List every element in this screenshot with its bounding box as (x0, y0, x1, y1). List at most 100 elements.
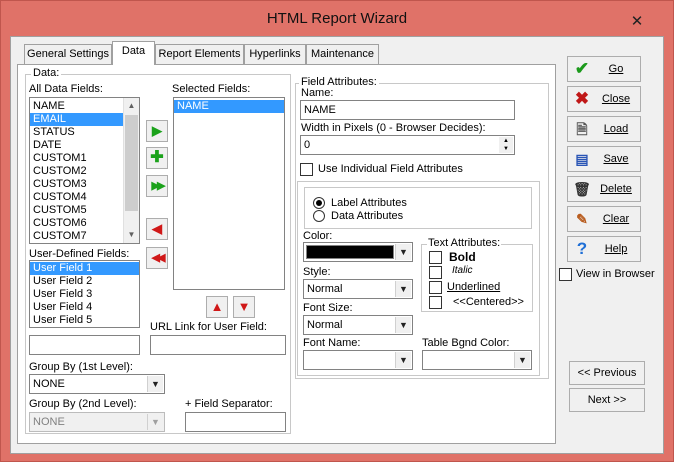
new-user-field-input[interactable] (29, 335, 140, 355)
data-group-label: Data: (31, 67, 62, 79)
list-item[interactable]: User Field 3 (30, 288, 139, 301)
width-spinner[interactable]: ▲ ▼ (499, 137, 513, 153)
selected-fields-label: Selected Fields: (172, 83, 251, 95)
close-window-icon[interactable]: ✕ (627, 14, 647, 30)
chevron-down-icon[interactable]: ▼ (147, 376, 163, 392)
list-item[interactable]: User Field 1 (30, 262, 139, 275)
tab-report-elements[interactable]: Report Elements (155, 44, 244, 65)
underlined-checkbox[interactable] (429, 281, 442, 294)
move-down-icon[interactable]: ▼ (233, 296, 255, 318)
chevron-down-icon[interactable]: ▼ (514, 352, 530, 368)
font-name-label: Font Name: (303, 337, 361, 349)
save-icon: ▤ (575, 151, 589, 167)
document-icon: 🗎 (576, 121, 588, 137)
scroll-down-icon[interactable]: ▼ (124, 227, 139, 243)
add-all-fields-icon[interactable]: ▶▶ (146, 175, 168, 197)
user-defined-fields-label: User-Defined Fields: (29, 248, 130, 260)
data-attributes-label: Data Attributes (331, 210, 404, 222)
chevron-down-icon[interactable]: ▼ (395, 317, 411, 333)
add-field-icon[interactable]: ▶ (146, 120, 168, 142)
clear-button-label: Clear (602, 213, 630, 225)
tab-general-settings[interactable]: General Settings (24, 44, 112, 65)
tab-maintenance[interactable]: Maintenance (306, 44, 379, 65)
load-button[interactable]: 🗎 Load (567, 116, 641, 142)
italic-checkbox[interactable] (429, 266, 442, 279)
field-separator-input[interactable] (185, 412, 286, 432)
list-item[interactable]: User Field 4 (30, 301, 139, 314)
font-size-value: Normal (307, 319, 343, 331)
scroll-thumb[interactable] (125, 115, 138, 211)
chevron-down-icon[interactable]: ▼ (395, 244, 411, 260)
x-icon: ✖ (574, 89, 590, 108)
table-bgnd-label: Table Bgnd Color: (422, 337, 510, 349)
all-fields-scrollbar[interactable]: ▲ ▼ (123, 98, 139, 243)
url-link-input[interactable] (150, 335, 286, 355)
save-button[interactable]: ▤ Save (567, 146, 641, 172)
window-title: HTML Report Wizard (266, 10, 408, 27)
font-name-select[interactable]: ▼ (303, 350, 413, 370)
group-by-1-select[interactable]: NONE ▼ (29, 374, 165, 394)
add-new-field-icon[interactable]: ✚ (146, 147, 168, 169)
view-in-browser-label: View in Browser (576, 268, 655, 280)
next-button[interactable]: Next >> (569, 388, 645, 412)
group-by-2-label: Group By (2nd Level): (29, 398, 137, 410)
color-swatch (306, 245, 394, 259)
style-value: Normal (307, 283, 343, 295)
list-item[interactable]: User Field 5 (30, 314, 139, 327)
close-button-label: Close (601, 93, 631, 105)
list-item[interactable]: User Field 2 (30, 275, 139, 288)
font-size-label: Font Size: (303, 302, 353, 314)
remove-field-icon[interactable]: ◀ (146, 218, 168, 240)
scroll-up-icon[interactable]: ▲ (124, 98, 139, 114)
move-up-icon[interactable]: ▲ (206, 296, 228, 318)
bold-checkbox[interactable] (429, 251, 442, 264)
style-select[interactable]: Normal ▼ (303, 279, 413, 299)
delete-button-label: Delete (600, 183, 632, 195)
spin-up-icon[interactable]: ▲ (499, 137, 513, 145)
text-attributes-label: Text Attributes: (427, 237, 502, 249)
centered-checkbox[interactable] (429, 296, 442, 309)
tab-hyperlinks[interactable]: Hyperlinks (244, 44, 306, 65)
field-separator-label: + Field Separator: (185, 398, 273, 410)
width-input[interactable]: 0 ▲ ▼ (300, 135, 515, 155)
remove-all-fields-icon[interactable]: ◀◀ (146, 247, 168, 269)
chevron-down-icon[interactable]: ▼ (395, 281, 411, 297)
width-value: 0 (304, 139, 311, 151)
use-individual-checkbox[interactable] (300, 163, 313, 176)
go-button[interactable]: ✔ Go (567, 56, 641, 82)
selected-fields-list[interactable]: NAME (173, 97, 285, 290)
style-label: Style: (303, 266, 331, 278)
name-input[interactable]: NAME (300, 100, 515, 120)
eraser-icon: ✎ (576, 211, 588, 227)
font-size-select[interactable]: Normal ▼ (303, 315, 413, 335)
chevron-down-icon: ▼ (147, 414, 163, 430)
width-label: Width in Pixels (0 - Browser Decides): (301, 122, 486, 134)
name-label: Name: (301, 87, 334, 99)
load-button-label: Load (603, 123, 629, 135)
question-icon: ? (576, 239, 588, 258)
label-attributes-radio[interactable] (313, 197, 325, 209)
all-data-fields-list[interactable]: NAME EMAIL STATUS DATE CUSTOM1 CUSTOM2 CUSTOM3… (29, 97, 140, 244)
tab-data[interactable]: Data (112, 41, 155, 65)
color-select[interactable]: ▼ (303, 242, 413, 262)
close-button[interactable]: ✖ Close (567, 86, 641, 112)
data-attributes-radio[interactable] (313, 210, 325, 222)
color-label: Color: (303, 230, 333, 242)
spin-down-icon[interactable]: ▼ (499, 145, 513, 153)
table-bgnd-select[interactable]: ▼ (422, 350, 532, 370)
save-button-label: Save (603, 153, 629, 165)
delete-button[interactable]: 🗑 Delete (567, 176, 641, 202)
group-by-1-label: Group By (1st Level): (29, 361, 133, 373)
group-by-1-value: NONE (33, 378, 65, 390)
previous-button[interactable]: << Previous (569, 361, 645, 385)
list-item[interactable]: NAME (174, 100, 284, 113)
group-by-2-select[interactable]: NONE ▼ (29, 412, 165, 432)
bold-label: Bold (449, 250, 476, 264)
centered-label: <<Centered>> (453, 296, 524, 308)
clear-button[interactable]: ✎ Clear (567, 206, 641, 232)
help-button[interactable]: ? Help (567, 236, 641, 262)
user-defined-fields-list[interactable]: User Field 1 User Field 2 User Field 3 User… (29, 260, 140, 328)
chevron-down-icon[interactable]: ▼ (395, 352, 411, 368)
view-in-browser-checkbox[interactable] (559, 268, 572, 281)
go-button-label: Go (608, 63, 624, 75)
